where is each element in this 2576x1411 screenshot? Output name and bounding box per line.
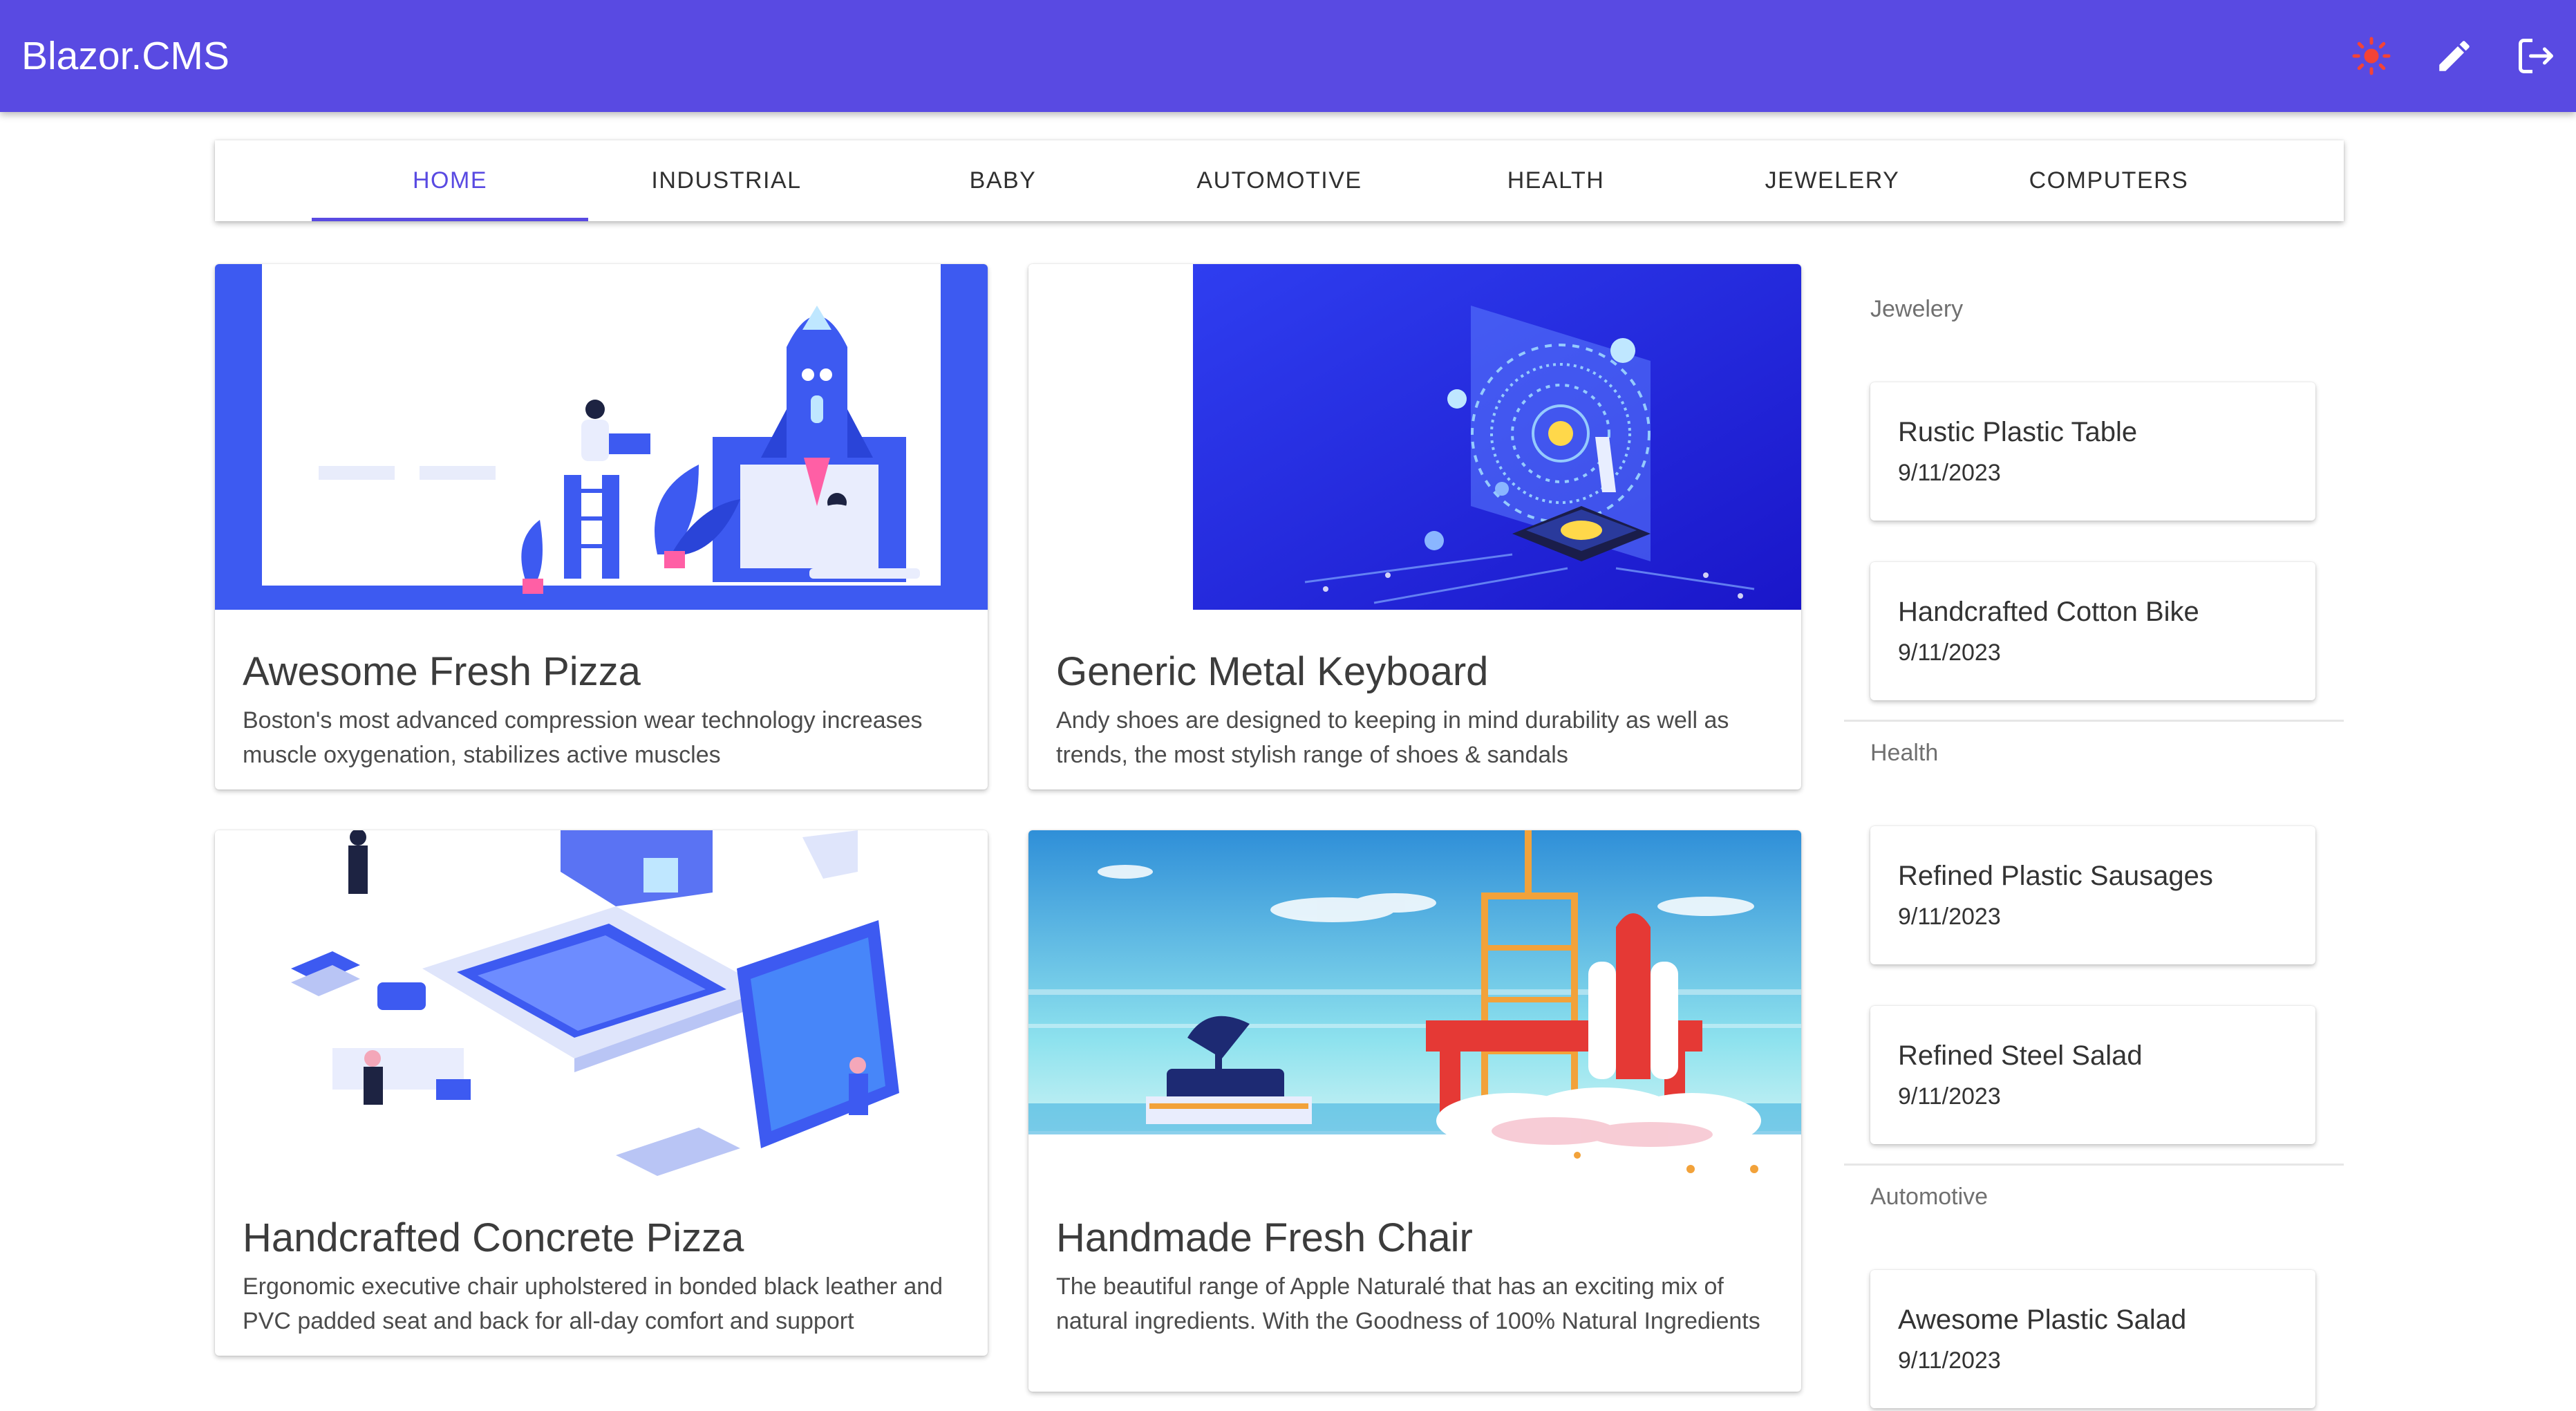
sidebar-post-date: 9/11/2023: [1898, 1347, 2001, 1374]
tab-automotive[interactable]: AUTOMOTIVE: [1141, 140, 1418, 221]
logout-icon[interactable]: [2511, 31, 2561, 81]
sidebar-post-title: Handcrafted Cotton Bike: [1898, 597, 2199, 627]
card-title[interactable]: Awesome Fresh Pizza: [243, 648, 641, 696]
edit-icon[interactable]: [2429, 31, 2479, 81]
theme-toggle-icon[interactable]: [2347, 31, 2396, 81]
post-card[interactable]: Handmade Fresh Chair The beautiful range…: [1028, 830, 1801, 1392]
sidebar-post-item[interactable]: Rustic Plastic Table 9/11/2023: [1870, 382, 2315, 521]
tab-home[interactable]: HOME: [312, 140, 588, 221]
post-card[interactable]: Generic Metal Keyboard Andy shoes are de…: [1028, 264, 1801, 789]
sidebar-post-item[interactable]: Handcrafted Cotton Bike 9/11/2023: [1870, 562, 2315, 700]
sidebar-post-title: Rustic Plastic Table: [1898, 417, 2138, 447]
post-card[interactable]: Awesome Fresh Pizza Boston's most advanc…: [215, 264, 988, 789]
app-bar: Blazor.CMS: [0, 0, 2576, 112]
sidebar-divider: [1844, 1164, 2344, 1166]
sidebar-divider: [1844, 720, 2344, 722]
tab-baby[interactable]: BABY: [865, 140, 1141, 221]
active-tab-indicator: [312, 218, 588, 221]
tab-computers[interactable]: COMPUTERS: [1971, 140, 2247, 221]
sidebar-post-item[interactable]: Refined Plastic Sausages 9/11/2023: [1870, 826, 2315, 964]
sidebar-section-label: Health: [1870, 740, 1939, 766]
space-shuttle-launch-illustration: [1028, 830, 1801, 1176]
card-description: Boston's most advanced compression wear …: [243, 707, 923, 768]
tab-jewelery[interactable]: JEWELERY: [1694, 140, 1971, 221]
sidebar-post-item[interactable]: Refined Steel Salad 9/11/2023: [1870, 1006, 2315, 1144]
category-tabs: HOME INDUSTRIAL BABY AUTOMOTIVE HEALTH J…: [215, 140, 2344, 221]
card-title[interactable]: Handcrafted Concrete Pizza: [243, 1214, 744, 1262]
sidebar-section-label: Automotive: [1870, 1184, 1989, 1210]
card-title[interactable]: Handmade Fresh Chair: [1056, 1214, 1473, 1262]
card-title[interactable]: Generic Metal Keyboard: [1056, 648, 1488, 696]
tab-industrial[interactable]: INDUSTRIAL: [588, 140, 865, 221]
isometric-laptop-illustration: [215, 830, 988, 1176]
sidebar-post-title: Refined Steel Salad: [1898, 1040, 2143, 1071]
sidebar-post-title: Refined Plastic Sausages: [1898, 861, 2213, 891]
sidebar-post-date: 9/11/2023: [1898, 904, 2001, 930]
sidebar-post-item[interactable]: Awesome Plastic Salad 9/11/2023: [1870, 1270, 2315, 1408]
sidebar-post-title: Awesome Plastic Salad: [1898, 1305, 2187, 1335]
tab-health[interactable]: HEALTH: [1418, 140, 1694, 221]
post-card[interactable]: Handcrafted Concrete Pizza Ergonomic exe…: [215, 830, 988, 1356]
app-title[interactable]: Blazor.CMS: [21, 33, 229, 79]
sidebar-post-date: 9/11/2023: [1898, 639, 2001, 666]
sidebar-post-date: 9/11/2023: [1898, 460, 2001, 486]
fingerprint-chip-illustration: [1028, 264, 1801, 610]
sidebar-section-label: Jewelery: [1870, 296, 1964, 322]
rocket-launch-illustration: [215, 264, 988, 610]
card-description: Andy shoes are designed to keeping in mi…: [1056, 707, 1729, 768]
card-description: The beautiful range of Apple Naturalé th…: [1056, 1273, 1760, 1334]
card-description: Ergonomic executive chair upholstered in…: [243, 1273, 943, 1334]
sidebar-post-date: 9/11/2023: [1898, 1083, 2001, 1110]
